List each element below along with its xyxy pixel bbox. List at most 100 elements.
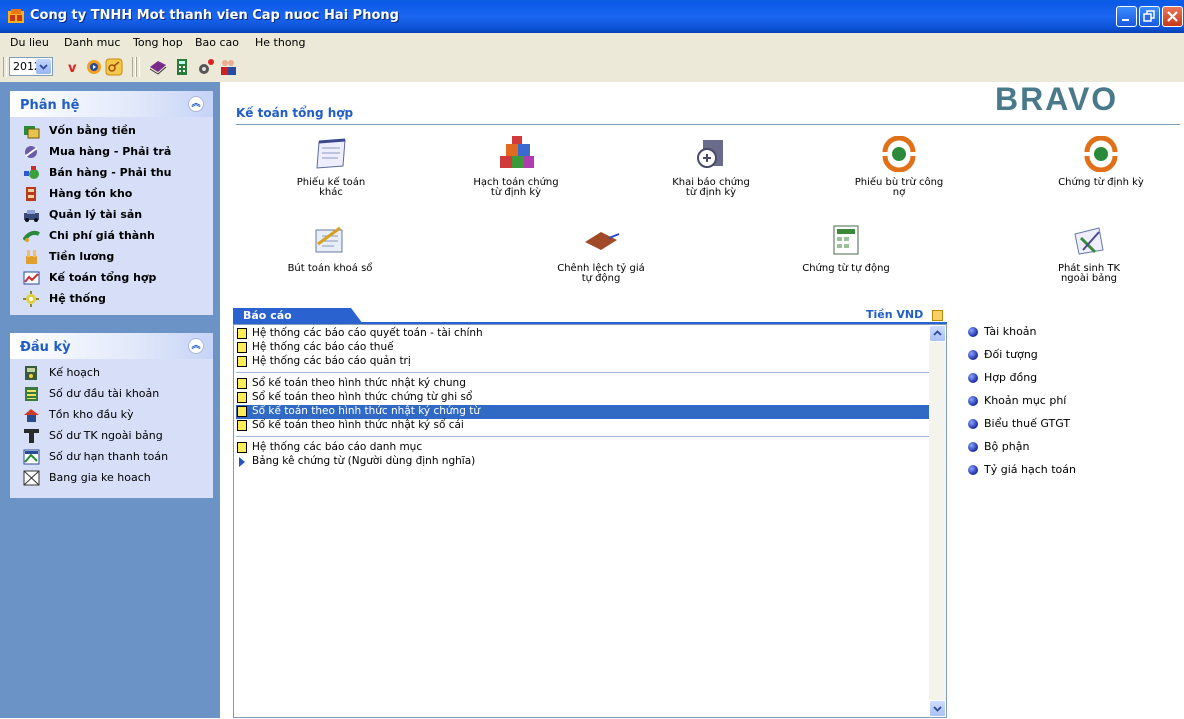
currency-label[interactable]: Tiền VND: [866, 308, 923, 321]
document-icon: [237, 328, 247, 339]
report-item[interactable]: Hệ thống các báo cáo quản trị: [236, 355, 929, 369]
report-list[interactable]: Hệ thống các báo cáo quyết toán - tài ch…: [233, 324, 947, 718]
system-icon: [23, 291, 39, 307]
closing-entry-icon: [315, 226, 343, 253]
menu-du-lieu[interactable]: Du lieu: [10, 36, 49, 49]
feature-chung-tu-dinh-ky[interactable]: Chứng từ định kỳ: [1046, 136, 1156, 188]
module-ban-hang[interactable]: Bán hàng - Phải thu: [10, 163, 213, 184]
user-gear-icon[interactable]: [196, 57, 216, 77]
left-panel: Phân hệ ︽ Vốn bằng tiền Mua hàng - Phải …: [0, 82, 220, 718]
modules-title: Phân hệ: [20, 98, 80, 113]
document-icon: [237, 442, 247, 453]
calculator-icon[interactable]: [172, 57, 192, 77]
feature-phat-sinh-tk-ngoai-bang[interactable]: Phát sinh TK ngoài bảng: [1034, 222, 1144, 284]
ledger-chart-icon: [23, 271, 40, 285]
bullet-icon: [968, 327, 978, 337]
modules-header[interactable]: Phân hệ ︽: [10, 91, 213, 117]
module-mua-hang[interactable]: Mua hàng - Phải trả: [10, 142, 213, 163]
svg-text:v: v: [68, 61, 77, 76]
year-select[interactable]: 2012: [9, 57, 53, 76]
triangle-right-icon: [239, 457, 245, 467]
money-icon: [24, 126, 40, 139]
report-separator: [236, 436, 929, 437]
opening-title: Đầu kỳ: [20, 340, 71, 355]
close-button[interactable]: [1162, 6, 1183, 27]
document-icon: [237, 392, 247, 403]
module-he-thong[interactable]: Hệ thống: [10, 289, 213, 310]
cost-icon: [23, 230, 40, 242]
title-bar: Cong ty TNHH Mot thanh vien Cap nuoc Hai…: [0, 0, 1184, 33]
document-icon: [237, 406, 247, 417]
report-item[interactable]: Sổ kế toán theo hình thức chứng từ ghi s…: [236, 391, 929, 405]
collapse-up-icon[interactable]: ︽: [188, 338, 204, 354]
play-icon[interactable]: [84, 57, 104, 77]
feature-chenh-lech-ty-gia[interactable]: Chênh lệch tỷ giá tự động: [546, 222, 656, 284]
bullet-icon: [968, 465, 978, 475]
minimize-button[interactable]: [1116, 6, 1137, 27]
window-title: Cong ty TNHH Mot thanh vien Cap nuoc Hai…: [30, 8, 399, 23]
opening-bang-gia-ke-hoach[interactable]: Bang gia ke hoach: [10, 468, 213, 489]
salary-icon: [26, 250, 37, 264]
bullet-icon: [968, 350, 978, 360]
vertical-scrollbar[interactable]: [929, 325, 946, 717]
feature-but-toan-khoa-so[interactable]: Bút toán khoá sổ: [275, 222, 385, 274]
module-ke-toan-tong-hop[interactable]: Kế toán tổng hợp: [10, 268, 213, 289]
restore-button[interactable]: [1139, 6, 1160, 27]
report-item-selected[interactable]: Sổ kế toán theo hình thức nhật ký chứng …: [236, 405, 929, 419]
toolbar-separator: [136, 57, 140, 77]
menu-danh-muc[interactable]: Danh muc: [64, 36, 120, 49]
feature-khai-bao-chung-tu-dinh-ky[interactable]: Khai báo chứng từ định kỳ: [656, 136, 766, 198]
users-icon[interactable]: [218, 57, 238, 77]
module-tien-luong[interactable]: Tiền lương: [10, 247, 213, 268]
report-item[interactable]: Sổ kế toán theo hình thức nhật ký sổ cái: [236, 419, 929, 433]
scroll-down-button[interactable]: [929, 700, 946, 717]
key-icon[interactable]: [104, 57, 124, 77]
bullet-icon: [968, 373, 978, 383]
chevron-down-icon: [36, 59, 51, 74]
feature-phieu-bu-tru-cong-no[interactable]: Phiếu bù trừ công nợ: [844, 136, 954, 198]
opening-so-du-dau-tai-khoan[interactable]: Số dư đầu tài khoản: [10, 384, 213, 405]
report-item[interactable]: Sổ kế toán theo hình thức nhật ký chung: [236, 377, 929, 391]
section-divider: [236, 124, 1180, 125]
account-balance-icon: [25, 387, 38, 401]
feature-chung-tu-tu-dong[interactable]: Chứng từ tự động: [791, 222, 901, 274]
document-icon: [237, 356, 247, 367]
menu-tong-hop[interactable]: Tong hop: [133, 36, 183, 49]
opening-so-du-tk-ngoai-bang[interactable]: Số dư TK ngoài bảng: [10, 426, 213, 447]
report-item[interactable]: Bảng kê chứng từ (Người dùng định nghĩa): [236, 455, 929, 469]
report-item[interactable]: Hệ thống các báo cáo danh mục: [236, 441, 929, 455]
menu-bao-cao[interactable]: Bao cao: [195, 36, 239, 49]
plan-icon: [25, 366, 37, 380]
scroll-up-button[interactable]: [929, 325, 946, 342]
currency-toggle-icon[interactable]: [932, 310, 943, 321]
bullet-icon: [968, 396, 978, 406]
v-icon[interactable]: v: [64, 57, 84, 77]
chevron-up-icon: [933, 330, 942, 336]
price-list-icon: [23, 470, 40, 486]
module-quan-ly-tai-san[interactable]: Quản lý tài sản: [10, 205, 213, 226]
menu-bar: Du lieu Danh muc Tong hop Bao cao He tho…: [0, 33, 1184, 53]
offset-debt-icon: [882, 136, 916, 172]
opening-header[interactable]: Đầu kỳ ︽: [10, 333, 213, 359]
feature-phieu-ke-toan-khac[interactable]: Phiếu kế toán khác: [276, 136, 386, 198]
report-item[interactable]: Hệ thống các báo cáo thuế: [236, 341, 929, 355]
menu-he-thong[interactable]: He thong: [255, 36, 306, 49]
module-von-bang-tien[interactable]: Vốn bằng tiền: [10, 121, 213, 142]
opening-so-du-han-thanh-toan[interactable]: Số dư hạn thanh toán: [10, 447, 213, 468]
off-balance-icon: [24, 429, 39, 443]
feature-hach-toan-chung-tu-dinh-ky[interactable]: Hạch toán chứng từ định kỳ: [461, 136, 571, 198]
close-icon: [1167, 11, 1178, 22]
book-icon[interactable]: [148, 57, 168, 77]
module-chi-phi-gia-thanh[interactable]: Chi phí giá thành: [10, 226, 213, 247]
module-hang-ton-kho[interactable]: Hàng tồn kho: [10, 184, 213, 205]
report-item[interactable]: Hệ thống các báo cáo quyết toán - tài ch…: [236, 327, 929, 341]
document-icon: [237, 420, 247, 431]
asset-icon: [24, 210, 39, 222]
opening-ke-hoach[interactable]: Kế hoạch: [10, 363, 213, 384]
bravo-app-icon: [8, 9, 24, 23]
opening-ton-kho-dau-ky[interactable]: Tồn kho đầu kỳ: [10, 405, 213, 426]
collapse-up-icon[interactable]: ︽: [188, 96, 204, 112]
bullet-icon: [968, 442, 978, 452]
exchange-rate-icon: [585, 232, 620, 250]
blocks-icon: [500, 136, 534, 168]
